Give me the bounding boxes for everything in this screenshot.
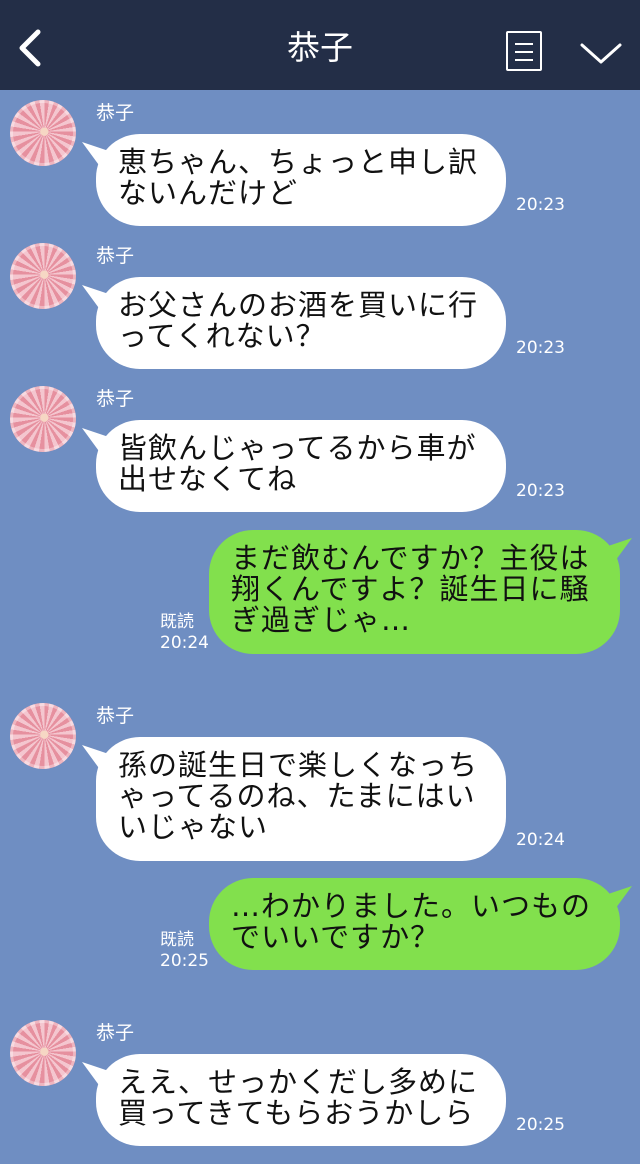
chat-title: 恭子: [287, 28, 353, 67]
read-receipt: 既読: [160, 612, 194, 632]
chat-header: 恭子: [0, 0, 640, 90]
message-bubble[interactable]: お父さんのお酒を買いに行 ってくれない？: [96, 277, 506, 369]
message-bubble[interactable]: 孫の誕生日で楽しくなっち ゃってるのね、たまにはい いじゃない: [96, 737, 506, 861]
sender-name: 恭子: [96, 245, 135, 267]
sender-name: 恭子: [96, 102, 135, 124]
avatar[interactable]: [10, 100, 76, 166]
chevron-left-icon: [19, 29, 41, 67]
message-row: 恭子 孫の誕生日で楽しくなっち ゃってるのね、たまにはい いじゃない 20:24: [0, 703, 640, 863]
sender-name: 恭子: [96, 388, 135, 410]
avatar[interactable]: [10, 243, 76, 309]
avatar[interactable]: [10, 386, 76, 452]
chevron-down-icon: [580, 43, 622, 64]
message-bubble[interactable]: まだ飲むんですか？主役は 翔くんですよ？誕生日に騒 ぎ過ぎじゃ…: [209, 530, 620, 654]
message-time: 20:25: [516, 1115, 565, 1135]
message-row: 既読 20:25 …わかりました。いつもの でいいですか？: [0, 878, 640, 978]
message-bubble[interactable]: 恵ちゃん、ちょっと申し訳 ないんだけど: [96, 134, 506, 226]
message-row: 恭子 お父さんのお酒を買いに行 ってくれない？ 20:23: [0, 243, 640, 373]
message-row: 恭子 恵ちゃん、ちょっと申し訳 ないんだけど 20:23: [0, 100, 640, 230]
message-time: 20:24: [160, 633, 209, 653]
menu-button[interactable]: [506, 31, 542, 71]
message-row: 恭子 ええ、せっかくだし多めに 買ってきてもらおうかしら 20:25: [0, 1020, 640, 1150]
avatar[interactable]: [10, 1020, 76, 1086]
message-time: 20:23: [516, 195, 565, 215]
message-time: 20:25: [160, 951, 209, 971]
sender-name: 恭子: [96, 1022, 135, 1044]
message-bubble[interactable]: 皆飲んじゃってるから車が 出せなくてね: [96, 420, 506, 512]
message-bubble[interactable]: ええ、せっかくだし多めに 買ってきてもらおうかしら: [96, 1054, 506, 1146]
message-time: 20:23: [516, 338, 565, 358]
read-receipt: 既読: [160, 930, 194, 950]
message-bubble[interactable]: …わかりました。いつもの でいいですか？: [209, 878, 620, 970]
message-row: 既読 20:24 まだ飲むんですか？主役は 翔くんですよ？誕生日に騒 ぎ過ぎじゃ…: [0, 530, 640, 660]
menu-icon: [515, 43, 533, 45]
message-time: 20:23: [516, 481, 565, 501]
message-row: 恭子 皆飲んじゃってるから車が 出せなくてね 20:23: [0, 386, 640, 516]
avatar[interactable]: [10, 703, 76, 769]
dropdown-button[interactable]: [578, 36, 624, 68]
back-button[interactable]: [14, 28, 46, 68]
message-time: 20:24: [516, 830, 565, 850]
sender-name: 恭子: [96, 705, 135, 727]
